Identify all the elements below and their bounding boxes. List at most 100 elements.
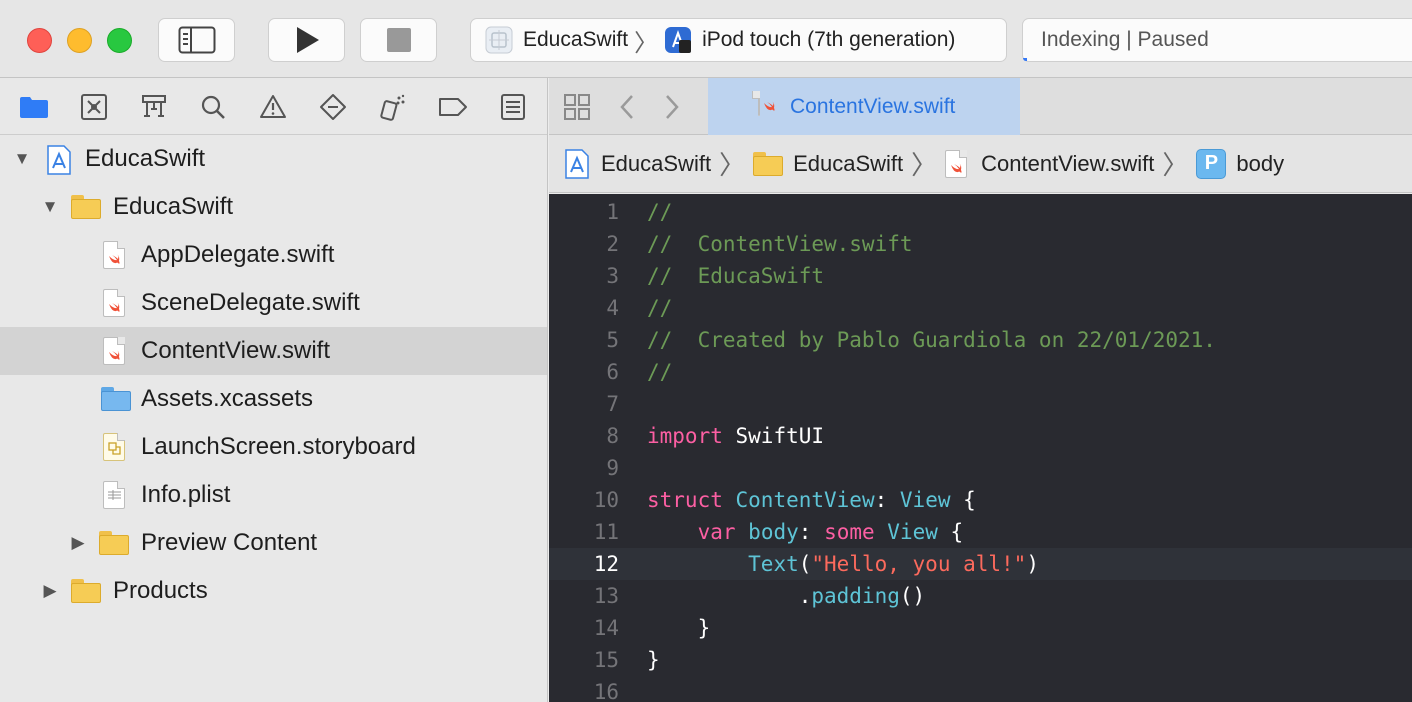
code-text: // [647, 296, 673, 320]
code-line[interactable]: 5 // Created by Pablo Guardiola on 22/01/… [549, 324, 1412, 356]
jumpbar-project[interactable]: EducaSwift [565, 148, 712, 179]
jumpbar-group[interactable]: EducaSwift [753, 151, 903, 177]
symbol-navigator-tab[interactable] [139, 92, 169, 122]
issue-navigator-tab[interactable] [258, 92, 288, 122]
code-text: // [647, 200, 673, 224]
swift-file-icon [103, 337, 125, 365]
editor-file-tab[interactable]: ContentView.swift [708, 78, 1020, 135]
property-icon: P [1196, 148, 1227, 179]
tree-item-label: Preview Content [141, 529, 318, 556]
breakpoint-icon [439, 98, 467, 116]
tree-item-appdelegate[interactable]: AppDelegate.swift [0, 231, 547, 279]
code-text: // ContentView.swift [647, 232, 913, 256]
code-line[interactable]: 10 struct ContentView: View { [549, 484, 1412, 516]
activity-status: Indexing | Paused [1022, 18, 1412, 62]
disclosure-collapsed-icon[interactable]: ▶ [41, 581, 59, 600]
navigator-tab-bar [0, 78, 547, 135]
line-number: 9 [606, 456, 619, 480]
jumpbar-label: EducaSwift [601, 150, 712, 176]
code-line[interactable]: 11 var body: some View { [549, 516, 1412, 548]
test-navigator-tab[interactable] [318, 92, 348, 122]
code-text: .padding() [798, 584, 926, 608]
status-text: Indexing | Paused [1041, 28, 1209, 51]
code-line[interactable]: 14 } [549, 612, 1412, 644]
run-button[interactable] [268, 18, 345, 62]
minimize-window-button[interactable] [67, 28, 92, 53]
tree-item-scenedelegate[interactable]: SceneDelegate.swift [0, 279, 547, 327]
scheme-project-label: EducaSwift [523, 28, 629, 51]
chevron-right-icon [666, 95, 679, 119]
jumpbar-file[interactable]: ContentView.swift [945, 149, 1155, 178]
tree-item-group-educaswift[interactable]: ▼ EducaSwift [0, 183, 547, 231]
jumpbar-label: EducaSwift [793, 150, 904, 176]
code-line[interactable]: 9 [549, 452, 1412, 484]
test-icon [320, 94, 346, 120]
source-control-navigator-tab[interactable] [79, 92, 109, 122]
navigate-back-button[interactable] [612, 92, 642, 122]
tree-item-preview-content[interactable]: ▶ Preview Content [0, 519, 547, 567]
line-number: 3 [606, 264, 619, 288]
toggle-navigator-button[interactable] [158, 18, 235, 62]
swift-file-icon [945, 149, 968, 178]
close-window-button[interactable] [27, 28, 52, 53]
disclosure-expanded-icon[interactable]: ▼ [41, 197, 59, 216]
project-navigator-tab[interactable] [19, 92, 49, 122]
tree-item-label: Info.plist [141, 481, 231, 508]
code-line[interactable]: 2 // ContentView.swift [549, 228, 1412, 260]
line-number: 11 [593, 520, 619, 544]
related-items-button[interactable] [562, 92, 592, 122]
code-line[interactable]: 3 // EducaSwift [549, 260, 1412, 292]
navigate-forward-button[interactable] [657, 92, 687, 122]
disclosure-expanded-icon[interactable]: ▼ [13, 149, 31, 168]
swift-file-icon [103, 289, 125, 317]
code-text: // Created by Pablo Guardiola on 22/01/2… [647, 328, 1216, 352]
report-icon [501, 94, 525, 120]
zoom-window-button[interactable] [107, 28, 132, 53]
indexing-progress-bar [1023, 58, 1027, 61]
tree-item-products[interactable]: ▶ Products [0, 567, 547, 615]
tree-item-contentview[interactable]: ContentView.swift [0, 327, 547, 375]
jumpbar-label: ContentView.swift [981, 150, 1155, 176]
code-line[interactable]: 4 // [549, 292, 1412, 324]
scheme-app-icon [485, 26, 513, 54]
disclosure-collapsed-icon[interactable]: ▶ [69, 533, 87, 552]
search-icon [201, 95, 225, 119]
chevron-right-icon: 〉 [911, 150, 938, 180]
code-line[interactable]: 8 import SwiftUI [549, 420, 1412, 452]
device-icon [665, 27, 692, 53]
report-navigator-tab[interactable] [498, 92, 528, 122]
tree-item-label: Assets.xcassets [141, 385, 314, 412]
code-line[interactable]: 1 // [549, 196, 1412, 228]
line-number: 13 [593, 584, 619, 608]
code-text: var body: some View { [697, 520, 964, 544]
breakpoint-navigator-tab[interactable] [438, 92, 468, 122]
editor-tab-bar: ContentView.swift [549, 78, 1412, 135]
file-tree: ▼ EducaSwift ▼ EducaSwift AppDelegate.sw… [0, 135, 547, 615]
line-number: 16 [593, 680, 619, 702]
folder-icon [71, 195, 101, 219]
debug-navigator-tab[interactable] [378, 92, 408, 122]
code-line[interactable]: 6 // [549, 356, 1412, 388]
tree-item-assets[interactable]: Assets.xcassets [0, 375, 547, 423]
tree-item-project[interactable]: ▼ EducaSwift [0, 135, 547, 183]
line-number: 12 [593, 552, 619, 576]
source-editor[interactable]: 1 // 2 // ContentView.swift 3 // EducaSwift 4 /… [549, 194, 1412, 702]
stop-button[interactable] [360, 18, 437, 62]
code-line[interactable]: 12 Text("Hello, you all!") [549, 548, 1412, 580]
find-navigator-tab[interactable] [198, 92, 228, 122]
code-line[interactable]: 16 [549, 676, 1412, 702]
line-number: 14 [593, 616, 619, 640]
jumpbar-symbol[interactable]: P body [1196, 148, 1285, 179]
code-text: struct ContentView: View { [647, 488, 976, 512]
plist-icon [103, 481, 125, 509]
code-line[interactable]: 13 .padding() [549, 580, 1412, 612]
line-number: 6 [606, 360, 619, 384]
tree-item-launchscreen[interactable]: LaunchScreen.storyboard [0, 423, 547, 471]
line-number: 7 [606, 392, 619, 416]
jumpbar-label: body [1236, 150, 1285, 176]
tree-item-infoplist[interactable]: Info.plist [0, 471, 547, 519]
code-line[interactable]: 15} [549, 644, 1412, 676]
code-line[interactable]: 7 [549, 388, 1412, 420]
scheme-selector[interactable]: EducaSwift 〉 iPod touch (7th generation) [470, 18, 1007, 62]
swift-file-icon [103, 241, 125, 269]
